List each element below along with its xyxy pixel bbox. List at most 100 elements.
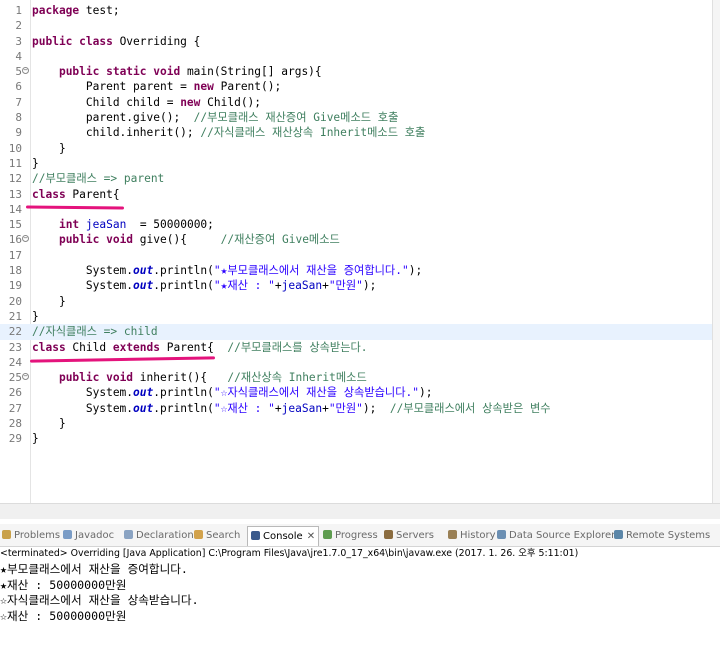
code-text: System.out.println("★부모클래스에서 재산을 증여합니다."…	[32, 264, 423, 278]
code-line[interactable]: 7 Child child = new Child();	[0, 95, 712, 110]
line-number: 3	[15, 34, 22, 48]
tab-label: Console	[263, 531, 303, 542]
line-number: 4	[15, 49, 22, 63]
line-number: 21	[8, 309, 22, 323]
line-number: 12	[8, 172, 22, 186]
console-output-line: ☆재산 : 50000000만원	[0, 608, 127, 623]
tab-label: Data Source Explorer	[509, 530, 616, 541]
line-number: 13	[8, 187, 22, 201]
tab-declaration[interactable]: Declaration	[124, 528, 194, 544]
console-output-line: ☆자식클래스에서 재산을 상속받습니다.	[0, 593, 199, 608]
code-line[interactable]: 14	[0, 202, 712, 217]
line-number: 25	[8, 371, 22, 385]
progress-icon	[323, 530, 332, 539]
code-line[interactable]: 2	[0, 18, 712, 33]
code-line[interactable]: 24	[0, 355, 712, 370]
line-number: 5	[15, 65, 22, 79]
tab-progress[interactable]: Progress	[323, 528, 378, 544]
code-text: System.out.println("☆자식클래스에서 재산을 상속받습니다.…	[32, 386, 433, 400]
search-icon	[194, 530, 203, 539]
editor-horizontal-scrollbar[interactable]	[0, 503, 720, 519]
line-number: 10	[8, 141, 22, 155]
code-text: }	[32, 294, 66, 308]
line-number: 1	[15, 4, 22, 17]
fold-toggle-icon[interactable]: −	[22, 373, 29, 381]
line-number: 27	[8, 401, 22, 415]
code-line[interactable]: 28 }	[0, 416, 712, 431]
code-line[interactable]: 23 class Child extends Parent{ //부모클래스를 상…	[0, 340, 712, 355]
code-line[interactable]: 20 }	[0, 294, 712, 309]
line-number: 23	[8, 340, 22, 354]
console-icon	[251, 531, 260, 540]
tab-data-source-explorer[interactable]: Data Source Explorer	[497, 528, 615, 544]
tab-console[interactable]: Console ✕	[247, 526, 320, 546]
code-text: public static void main(String[] args){	[58, 65, 322, 79]
code-text: //부모클래스 => parent	[32, 172, 165, 186]
tab-label: Problems	[14, 530, 61, 541]
line-number: 6	[15, 80, 22, 94]
code-line[interactable]: 1 package test;	[0, 3, 712, 18]
code-text: }	[32, 417, 66, 431]
tab-problems[interactable]: Problems	[2, 528, 60, 544]
tab-label: Search	[206, 530, 241, 541]
code-line[interactable]: 6 Parent parent = new Parent();	[0, 79, 712, 94]
tab-label: Remote Systems	[626, 530, 711, 541]
line-number: 29	[8, 432, 22, 446]
tab-servers[interactable]: Servers	[384, 528, 434, 544]
close-icon[interactable]: ✕	[307, 531, 315, 542]
line-number: 9	[15, 126, 22, 140]
tab-label: Progress	[335, 530, 378, 541]
console-output-line: ★재산 : 50000000만원	[0, 577, 127, 592]
code-line[interactable]: 11}	[0, 156, 712, 171]
line-number: 14	[8, 202, 22, 216]
code-text: public void give(){ //재산증여 Give메소드	[58, 233, 340, 247]
code-line[interactable]: 26 System.out.println("☆자식클래스에서 재산을 상속받습…	[0, 385, 712, 400]
code-editor[interactable]: 1 package test; 2 3 public class Overriding …	[0, 0, 712, 503]
code-line[interactable]: 29}	[0, 431, 712, 446]
code-line[interactable]: 9 child.inherit(); //자식클래스 재산상속 Inherit메…	[0, 125, 712, 140]
editor-vertical-scrollbar[interactable]	[712, 0, 720, 503]
code-line[interactable]: 5− public static void main(String[] args…	[0, 64, 712, 79]
code-line[interactable]: 22 //자식클래스 => child	[0, 324, 712, 340]
line-number: 19	[8, 279, 22, 293]
line-number: 2	[15, 19, 22, 33]
tab-javadoc[interactable]: Javadoc	[63, 528, 114, 544]
code-line[interactable]: 16− public void give(){ //재산증여 Give메소드	[0, 232, 712, 247]
code-line[interactable]: 21}	[0, 309, 712, 324]
line-number: 24	[8, 355, 22, 369]
line-number: 28	[8, 417, 22, 431]
line-number: 20	[8, 294, 22, 308]
code-text: class Parent{	[32, 187, 120, 201]
code-lines[interactable]: 1 package test; 2 3 public class Overriding …	[0, 3, 712, 447]
code-line[interactable]: 19 System.out.println("★재산 : "+jeaSan+"만…	[0, 278, 712, 293]
line-number: 18	[8, 264, 22, 278]
code-text: child.inherit(); //자식클래스 재산상속 Inherit메소드…	[32, 126, 426, 140]
code-line[interactable]: 27 System.out.println("☆재산 : "+jeaSan+"만…	[0, 401, 712, 416]
code-line[interactable]: 17	[0, 248, 712, 263]
console-status: <terminated> Overriding [Java Applicatio…	[0, 548, 579, 559]
code-line[interactable]: 25− public void inherit(){ //재산상속 Inheri…	[0, 370, 712, 385]
code-line[interactable]: 8 parent.give(); //부모클래스 재산증여 Give메소드 호출	[0, 110, 712, 125]
line-number: 15	[8, 218, 22, 232]
history-icon	[448, 530, 457, 539]
code-line[interactable]: 15 int jeaSan = 50000000;	[0, 217, 712, 232]
fold-toggle-icon[interactable]: −	[22, 235, 29, 243]
tab-history[interactable]: History	[448, 528, 496, 544]
code-line[interactable]: 3 public class Overriding {	[0, 34, 712, 49]
code-line[interactable]: 4	[0, 49, 712, 64]
code-text: class Child extends Parent{ //부모클래스를 상속받…	[32, 340, 368, 354]
console-output: ★부모클래스에서 재산을 증여합니다. ★재산 : 50000000만원 ☆자식클래…	[0, 562, 720, 624]
code-text: Child child = new Child();	[32, 95, 262, 109]
tab-search[interactable]: Search	[194, 528, 240, 544]
problems-icon	[2, 530, 11, 539]
code-text: System.out.println("☆재산 : "+jeaSan+"만원")…	[32, 401, 551, 415]
code-line[interactable]: 18 System.out.println("★부모클래스에서 재산을 증여합니…	[0, 263, 712, 278]
code-text: //자식클래스 => child	[32, 325, 158, 339]
tab-remote-systems[interactable]: Remote Systems	[614, 528, 710, 544]
code-line[interactable]: 10 }	[0, 141, 712, 156]
code-line[interactable]: 13 class Parent{	[0, 187, 712, 202]
fold-toggle-icon[interactable]: −	[22, 67, 29, 75]
line-number: 22	[8, 325, 22, 339]
code-text: public void inherit(){ //재산상속 Inherit메소드	[58, 371, 367, 385]
code-line[interactable]: 12 //부모클래스 => parent	[0, 171, 712, 186]
